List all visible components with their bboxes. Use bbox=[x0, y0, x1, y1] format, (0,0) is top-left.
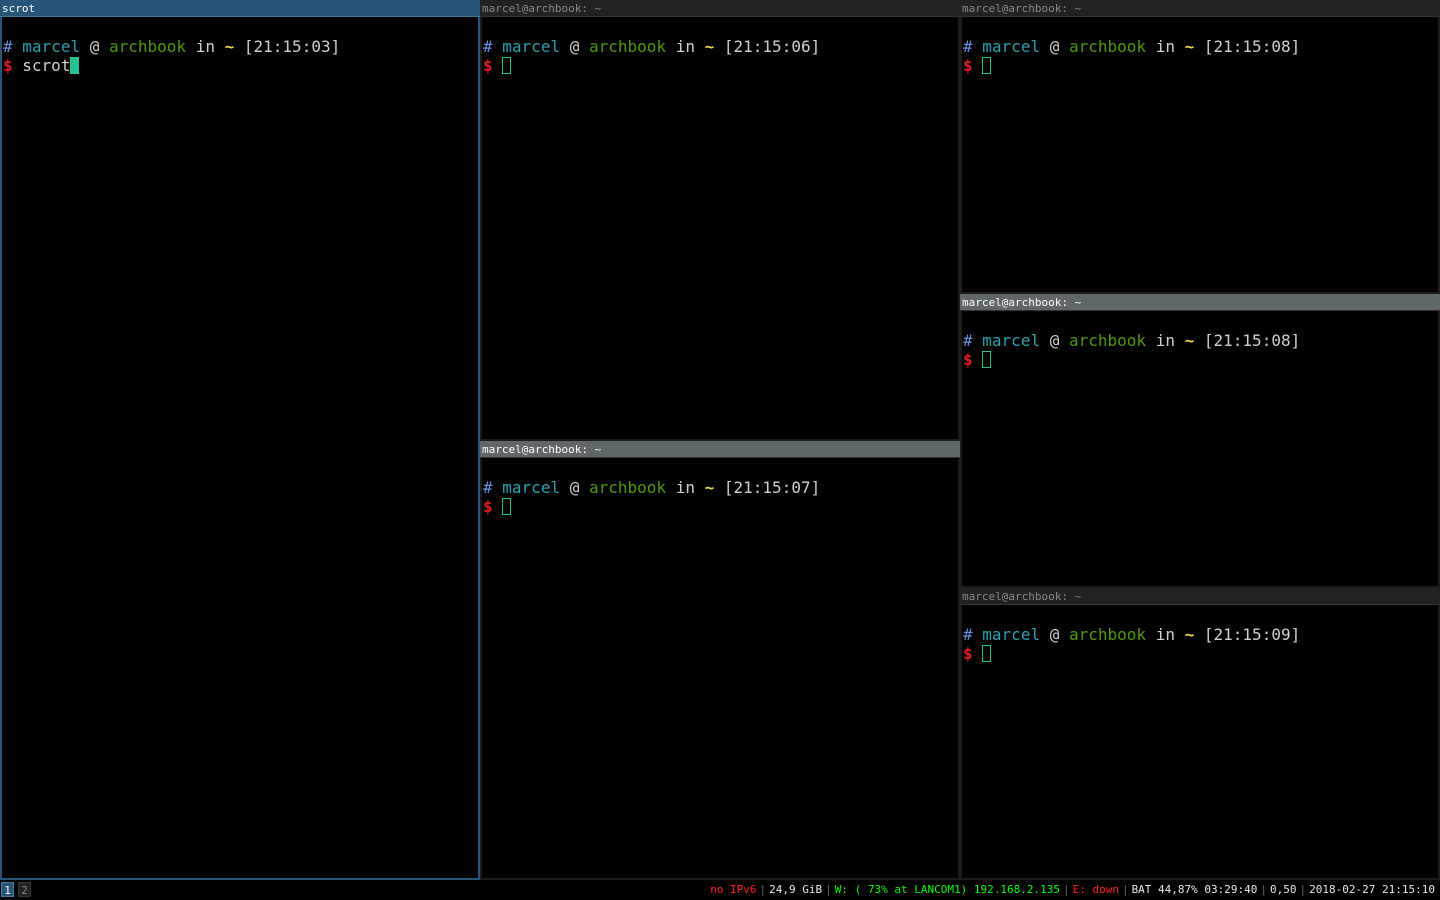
prompt-at: @ bbox=[1049, 37, 1060, 56]
window-title[interactable]: scrot bbox=[0, 0, 480, 17]
prompt-hash: # bbox=[483, 478, 493, 497]
prompt-host: archbook bbox=[589, 37, 667, 56]
prompt-hash: # bbox=[483, 37, 493, 56]
terminal-cursor bbox=[502, 498, 512, 515]
disk-status: 24,9 GiB bbox=[769, 883, 823, 896]
terminal-output: # marcel @ archbook in ~ [21:15:08] $ bbox=[962, 17, 1438, 75]
prompt-at: @ bbox=[89, 37, 100, 56]
status-blocks: no IPv6 | 24,9 GiB | W: ( 73% at LANCOM1) 19… bbox=[707, 880, 1438, 900]
status-separator: | bbox=[1299, 883, 1307, 896]
prompt-host: archbook bbox=[109, 37, 187, 56]
workspace-button-1[interactable]: 1 bbox=[1, 882, 14, 897]
prompt-dir: ~ bbox=[704, 478, 715, 497]
status-separator: | bbox=[1260, 883, 1268, 896]
prompt-host: archbook bbox=[589, 478, 667, 497]
prompt-dollar: $ bbox=[483, 56, 493, 75]
ipv6-status: no IPv6 bbox=[710, 883, 757, 896]
terminal-window-3[interactable]: marcel@archbook: ~ # marcel @ archbook i… bbox=[480, 441, 960, 880]
prompt-time: [21:15:07] bbox=[723, 478, 821, 497]
prompt-hash: # bbox=[963, 331, 973, 350]
terminal-window-5[interactable]: marcel@archbook: ~ # marcel @ archbook i… bbox=[960, 294, 1440, 588]
terminal-cursor bbox=[502, 57, 512, 74]
window-title[interactable]: marcel@archbook: ~ bbox=[960, 588, 1440, 605]
clock: 2018-02-27 21:15:10 bbox=[1309, 883, 1435, 896]
prompt-dollar: $ bbox=[963, 644, 973, 663]
prompt-in: in bbox=[1155, 625, 1175, 644]
load-status: 0,50 bbox=[1270, 883, 1297, 896]
terminal-output: # marcel @ archbook in ~ [21:15:09] $ bbox=[962, 605, 1438, 663]
prompt-dir: ~ bbox=[1184, 625, 1195, 644]
terminal-content[interactable]: # marcel @ archbook in ~ [21:15:08] $ bbox=[960, 311, 1440, 588]
battery-status: BAT 44,87% 03:29:40 bbox=[1131, 883, 1258, 896]
ethernet-status: E: down bbox=[1072, 883, 1119, 896]
prompt-in: in bbox=[195, 37, 215, 56]
prompt-host: archbook bbox=[1069, 625, 1147, 644]
terminal-content[interactable]: # marcel @ archbook in ~ [21:15:03] $ sc… bbox=[0, 17, 480, 880]
terminal-content[interactable]: # marcel @ archbook in ~ [21:15:06] $ bbox=[480, 17, 960, 441]
prompt-dollar: $ bbox=[963, 350, 973, 369]
status-bar: 1 2 no IPv6 | 24,9 GiB | W: ( 73% at LANCOM1… bbox=[0, 880, 1440, 900]
prompt-time: [21:15:09] bbox=[1203, 625, 1301, 644]
terminal-cursor bbox=[70, 57, 80, 74]
workspace-button-2[interactable]: 2 bbox=[18, 882, 31, 897]
prompt-dir: ~ bbox=[704, 37, 715, 56]
prompt-host: archbook bbox=[1069, 37, 1147, 56]
wifi-status: W: ( 73% at LANCOM1) 192.168.2.135 bbox=[834, 883, 1060, 896]
terminal-cursor bbox=[982, 645, 992, 662]
command-input[interactable]: scrot bbox=[22, 56, 70, 75]
prompt-in: in bbox=[1155, 37, 1175, 56]
terminal-window-scrot[interactable]: scrot # marcel @ archbook in ~ [21:15:03… bbox=[0, 0, 480, 880]
prompt-dir: ~ bbox=[1184, 37, 1195, 56]
prompt-user: marcel bbox=[502, 478, 561, 497]
prompt-hash: # bbox=[3, 37, 13, 56]
prompt-user: marcel bbox=[502, 37, 561, 56]
window-title[interactable]: marcel@archbook: ~ bbox=[960, 294, 1440, 311]
prompt-user: marcel bbox=[982, 37, 1041, 56]
prompt-dollar: $ bbox=[963, 56, 973, 75]
prompt-user: marcel bbox=[22, 37, 81, 56]
prompt-at: @ bbox=[1049, 331, 1060, 350]
prompt-time: [21:15:03] bbox=[243, 37, 341, 56]
terminal-cursor bbox=[982, 57, 992, 74]
prompt-dir: ~ bbox=[1184, 331, 1195, 350]
terminal-cursor bbox=[982, 351, 992, 368]
prompt-user: marcel bbox=[982, 331, 1041, 350]
terminal-content[interactable]: # marcel @ archbook in ~ [21:15:07] $ bbox=[480, 458, 960, 880]
status-separator: | bbox=[759, 883, 767, 896]
window-title[interactable]: marcel@archbook: ~ bbox=[480, 441, 960, 458]
prompt-in: in bbox=[675, 478, 695, 497]
desktop: scrot # marcel @ archbook in ~ [21:15:03… bbox=[0, 0, 1440, 900]
terminal-output: # marcel @ archbook in ~ [21:15:06] $ bbox=[482, 17, 958, 75]
prompt-in: in bbox=[1155, 331, 1175, 350]
prompt-user: marcel bbox=[982, 625, 1041, 644]
prompt-in: in bbox=[675, 37, 695, 56]
prompt-time: [21:15:08] bbox=[1203, 331, 1301, 350]
prompt-at: @ bbox=[1049, 625, 1060, 644]
terminal-output: # marcel @ archbook in ~ [21:15:03] $ sc… bbox=[2, 17, 478, 75]
status-separator: | bbox=[1121, 883, 1129, 896]
terminal-output: # marcel @ archbook in ~ [21:15:08] $ bbox=[962, 311, 1438, 369]
prompt-at: @ bbox=[569, 37, 580, 56]
status-separator: | bbox=[1062, 883, 1070, 896]
prompt-dir: ~ bbox=[224, 37, 235, 56]
prompt-hash: # bbox=[963, 625, 973, 644]
prompt-time: [21:15:08] bbox=[1203, 37, 1301, 56]
prompt-dollar: $ bbox=[483, 497, 493, 516]
prompt-time: [21:15:06] bbox=[723, 37, 821, 56]
window-title[interactable]: marcel@archbook: ~ bbox=[960, 0, 1440, 17]
terminal-output: # marcel @ archbook in ~ [21:15:07] $ bbox=[482, 458, 958, 516]
terminal-content[interactable]: # marcel @ archbook in ~ [21:15:09] $ bbox=[960, 605, 1440, 880]
window-title[interactable]: marcel@archbook: ~ bbox=[480, 0, 960, 17]
prompt-host: archbook bbox=[1069, 331, 1147, 350]
prompt-hash: # bbox=[963, 37, 973, 56]
status-separator: | bbox=[825, 883, 832, 896]
terminal-window-2[interactable]: marcel@archbook: ~ # marcel @ archbook i… bbox=[480, 0, 960, 441]
terminal-content[interactable]: # marcel @ archbook in ~ [21:15:08] $ bbox=[960, 17, 1440, 294]
prompt-dollar: $ bbox=[3, 56, 13, 75]
terminal-window-6[interactable]: marcel@archbook: ~ # marcel @ archbook i… bbox=[960, 588, 1440, 880]
prompt-at: @ bbox=[569, 478, 580, 497]
terminal-window-4[interactable]: marcel@archbook: ~ # marcel @ archbook i… bbox=[960, 0, 1440, 294]
